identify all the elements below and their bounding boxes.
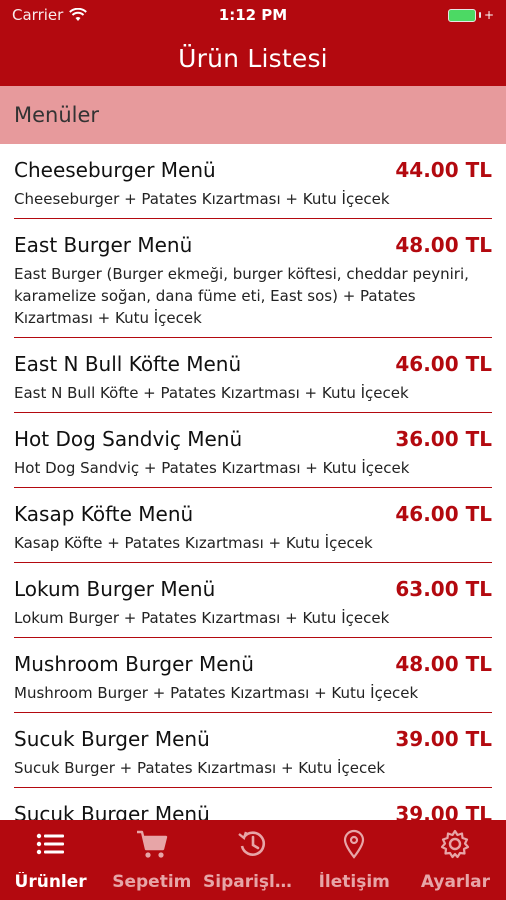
list-item[interactable]: Kasap Köfte Menü 46.00 TL Kasap Köfte + Pa… — [14, 488, 492, 563]
tab-label: Ürünler — [14, 872, 87, 892]
list-item[interactable]: Cheeseburger Menü 44.00 TL Cheeseburger + … — [14, 144, 492, 219]
item-price: 63.00 TL — [395, 577, 492, 601]
cart-icon — [135, 828, 169, 864]
item-header: East Burger Menü 48.00 TL — [14, 233, 492, 257]
item-description: Lokum Burger + Patates Kızartması + Kutu… — [14, 609, 390, 627]
location-pin-icon — [337, 828, 371, 864]
list-item[interactable]: Mushroom Burger Menü 48.00 TL Mushroom Bur… — [14, 638, 492, 713]
item-price: 48.00 TL — [395, 652, 492, 676]
item-price: 46.00 TL — [395, 352, 492, 376]
item-name: East Burger Menü — [14, 233, 193, 257]
tab-history[interactable]: Siparişler... — [202, 820, 303, 900]
item-price: 39.00 TL — [395, 802, 492, 820]
item-name: Kasap Köfte Menü — [14, 502, 194, 526]
charging-icon: + — [483, 8, 494, 22]
list-item[interactable]: East Burger Menü 48.00 TL East Burger (Bur… — [14, 219, 492, 338]
tab-list[interactable]: Ürünler — [0, 820, 101, 900]
list-item[interactable]: East N Bull Köfte Menü 46.00 TL East N Bul… — [14, 338, 492, 413]
list-icon — [34, 828, 68, 864]
status-bar: Carrier 1:12 PM + — [0, 0, 506, 30]
nav-bar: Ürün Listesi — [0, 30, 506, 86]
item-price: 44.00 TL — [395, 158, 492, 182]
page-title: Ürün Listesi — [178, 43, 328, 73]
list-item[interactable]: Lokum Burger Menü 63.00 TL Lokum Burger + … — [14, 563, 492, 638]
item-description: East N Bull Köfte + Patates Kızartması +… — [14, 384, 409, 402]
tab-label: İletişim — [318, 872, 390, 892]
item-header: Mushroom Burger Menü 48.00 TL — [14, 652, 492, 676]
item-header: Lokum Burger Menü 63.00 TL — [14, 577, 492, 601]
battery-icon — [447, 8, 476, 22]
section-title: Menüler — [14, 103, 100, 127]
item-name: East N Bull Köfte Menü — [14, 352, 242, 376]
history-icon — [236, 828, 270, 864]
tab-bar: Ürünler Sepetim Siparişler... İletişim Ayarl… — [0, 820, 506, 900]
item-price: 48.00 TL — [395, 233, 492, 257]
item-description: Mushroom Burger + Patates Kızartması + K… — [14, 684, 419, 702]
item-name: Sucuk Burger Menü — [14, 727, 210, 751]
item-description: Hot Dog Sandviç + Patates Kızartması + K… — [14, 459, 410, 477]
item-description: Kasap Köfte + Patates Kızartması + Kutu … — [14, 534, 373, 552]
item-name: Lokum Burger Menü — [14, 577, 216, 601]
tab-cart[interactable]: Sepetim — [101, 820, 202, 900]
item-header: Kasap Köfte Menü 46.00 TL — [14, 502, 492, 526]
carrier-label: Carrier — [12, 6, 64, 24]
item-header: Sucuk Burger Menü 39.00 TL — [14, 802, 492, 820]
item-name: Cheeseburger Menü — [14, 158, 216, 182]
item-header: Sucuk Burger Menü 39.00 TL — [14, 727, 492, 751]
wifi-icon — [69, 8, 88, 21]
list-item[interactable]: Sucuk Burger Menü 39.00 TL Sucuk Burger + … — [14, 713, 492, 788]
item-description: Cheeseburger + Patates Kızartması + Kutu… — [14, 190, 390, 208]
item-price: 39.00 TL — [395, 727, 492, 751]
item-header: Cheeseburger Menü 44.00 TL — [14, 158, 492, 182]
tab-label: Siparişler... — [203, 872, 303, 892]
list-item[interactable]: Sucuk Burger Menü 39.00 TL — [14, 788, 492, 820]
tab-location-pin[interactable]: İletişim — [304, 820, 405, 900]
battery-indicator: + — [447, 8, 494, 22]
item-description: Sucuk Burger + Patates Kızartması + Kutu… — [14, 759, 386, 777]
item-header: Hot Dog Sandviç Menü 36.00 TL — [14, 427, 492, 451]
item-price: 46.00 TL — [395, 502, 492, 526]
item-header: East N Bull Köfte Menü 46.00 TL — [14, 352, 492, 376]
item-name: Mushroom Burger Menü — [14, 652, 254, 676]
tab-label: Sepetim — [112, 872, 192, 892]
item-price: 36.00 TL — [395, 427, 492, 451]
battery-cap — [478, 12, 481, 18]
tab-label: Ayarlar — [420, 872, 490, 892]
product-list[interactable]: Cheeseburger Menü 44.00 TL Cheeseburger + … — [0, 144, 506, 820]
item-description: East Burger (Burger ekmeği, burger köfte… — [14, 265, 469, 327]
status-left: Carrier — [12, 6, 88, 24]
item-name: Hot Dog Sandviç Menü — [14, 427, 243, 451]
section-header: Menüler — [0, 86, 506, 144]
gear-icon — [438, 828, 472, 864]
item-name: Sucuk Burger Menü — [14, 802, 210, 820]
list-item[interactable]: Hot Dog Sandviç Menü 36.00 TL Hot Dog Sand… — [14, 413, 492, 488]
tab-gear[interactable]: Ayarlar — [405, 820, 506, 900]
